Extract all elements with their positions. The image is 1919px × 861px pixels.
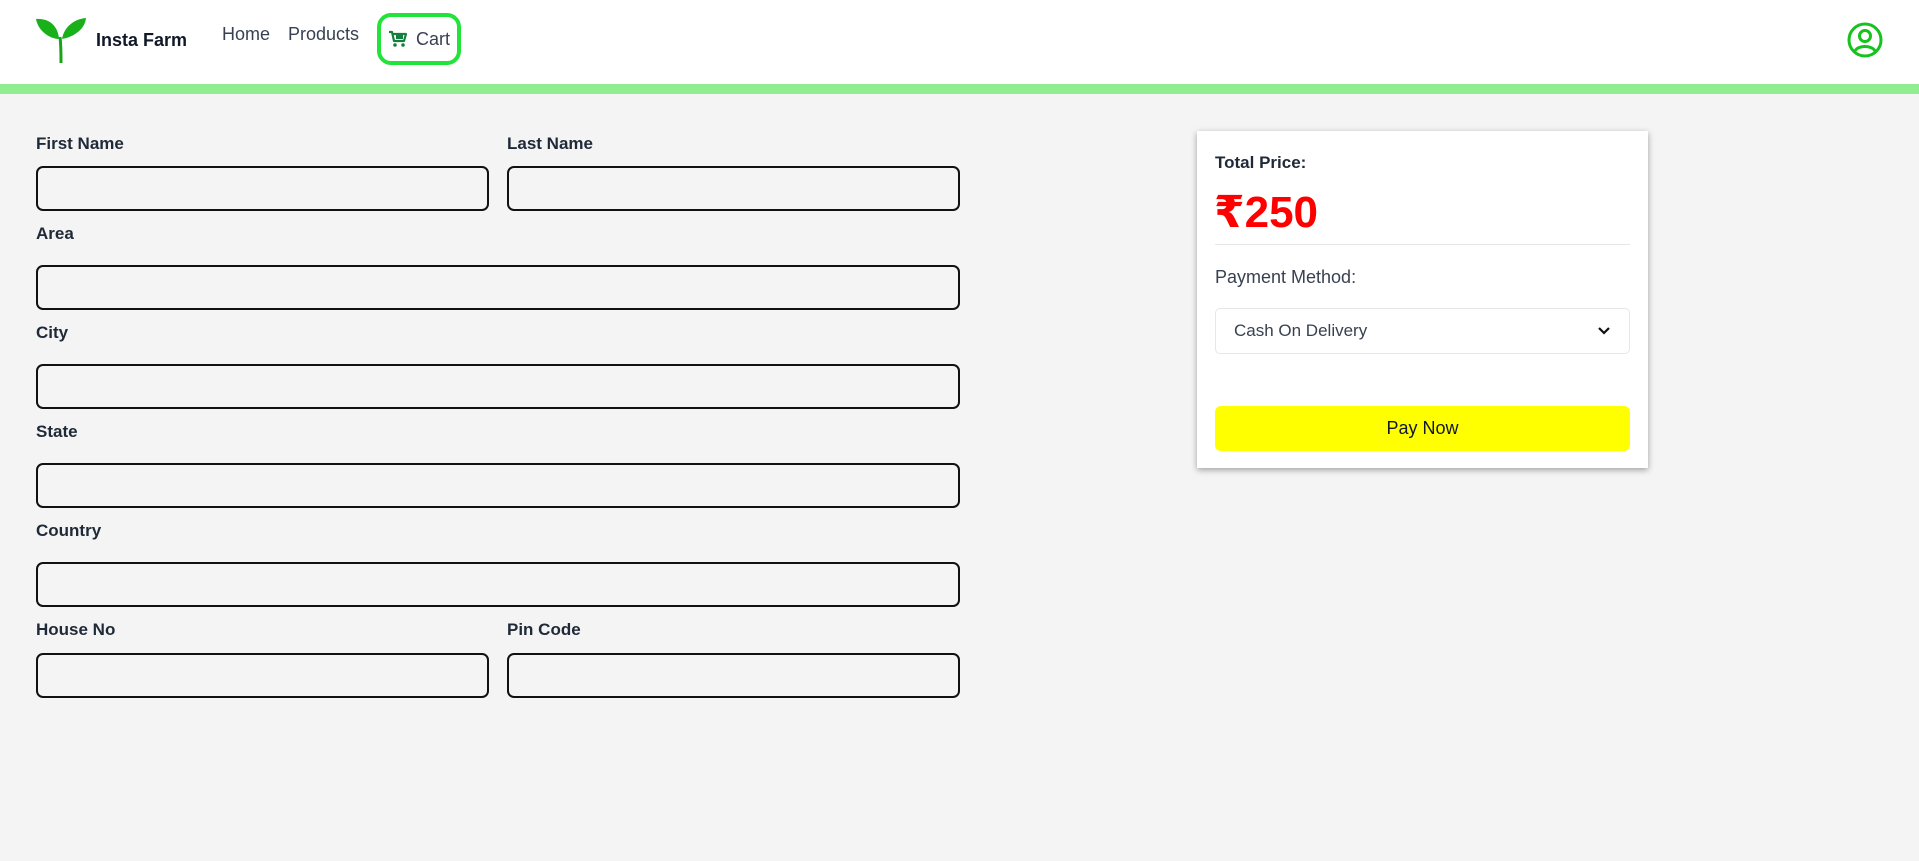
user-circle-icon[interactable] bbox=[1847, 22, 1883, 58]
last-name-label: Last Name bbox=[507, 134, 593, 153]
nav-links: Home Products bbox=[222, 24, 359, 45]
area-input[interactable] bbox=[36, 265, 960, 310]
cart-button[interactable]: Cart bbox=[377, 13, 461, 65]
nav-home[interactable]: Home bbox=[222, 24, 270, 45]
brand[interactable]: Insta Farm bbox=[34, 14, 187, 66]
state-label: State bbox=[36, 422, 78, 441]
pin-code-label: Pin Code bbox=[507, 620, 581, 639]
country-label: Country bbox=[36, 521, 102, 540]
state-input[interactable] bbox=[36, 463, 960, 508]
brand-name: Insta Farm bbox=[96, 29, 188, 50]
payment-method-selected: Cash On Delivery bbox=[1234, 321, 1368, 340]
first-name-input[interactable] bbox=[36, 166, 489, 211]
divider bbox=[1215, 244, 1630, 245]
house-no-input[interactable] bbox=[36, 653, 489, 698]
payment-method-select[interactable]: Cash On Delivery bbox=[1215, 308, 1630, 354]
shopping-cart-icon bbox=[388, 30, 408, 47]
house-no-label: House No bbox=[36, 620, 116, 639]
country-input[interactable] bbox=[36, 562, 960, 607]
area-label: Area bbox=[36, 224, 74, 243]
order-summary-card: Total Price: ₹250 Payment Method: Cash O… bbox=[1197, 131, 1648, 468]
payment-method-label: Payment Method: bbox=[1215, 267, 1357, 287]
cart-label: Cart bbox=[415, 28, 450, 49]
leaf-sprout-icon bbox=[36, 18, 86, 64]
last-name-input[interactable] bbox=[507, 166, 960, 211]
nav-products[interactable]: Products bbox=[288, 24, 359, 45]
header-accent-strip bbox=[0, 84, 1919, 94]
pin-code-input[interactable] bbox=[507, 653, 960, 698]
city-label: City bbox=[36, 323, 69, 342]
total-price-label: Total Price: bbox=[1215, 153, 1307, 172]
first-name-label: First Name bbox=[36, 134, 124, 153]
pay-now-button[interactable]: Pay Now bbox=[1215, 406, 1630, 451]
total-price-value: ₹250 bbox=[1214, 188, 1319, 237]
chevron-down-icon bbox=[1598, 327, 1610, 335]
city-input[interactable] bbox=[36, 364, 960, 409]
navbar: Insta Farm Home Products Cart bbox=[0, 0, 1919, 84]
